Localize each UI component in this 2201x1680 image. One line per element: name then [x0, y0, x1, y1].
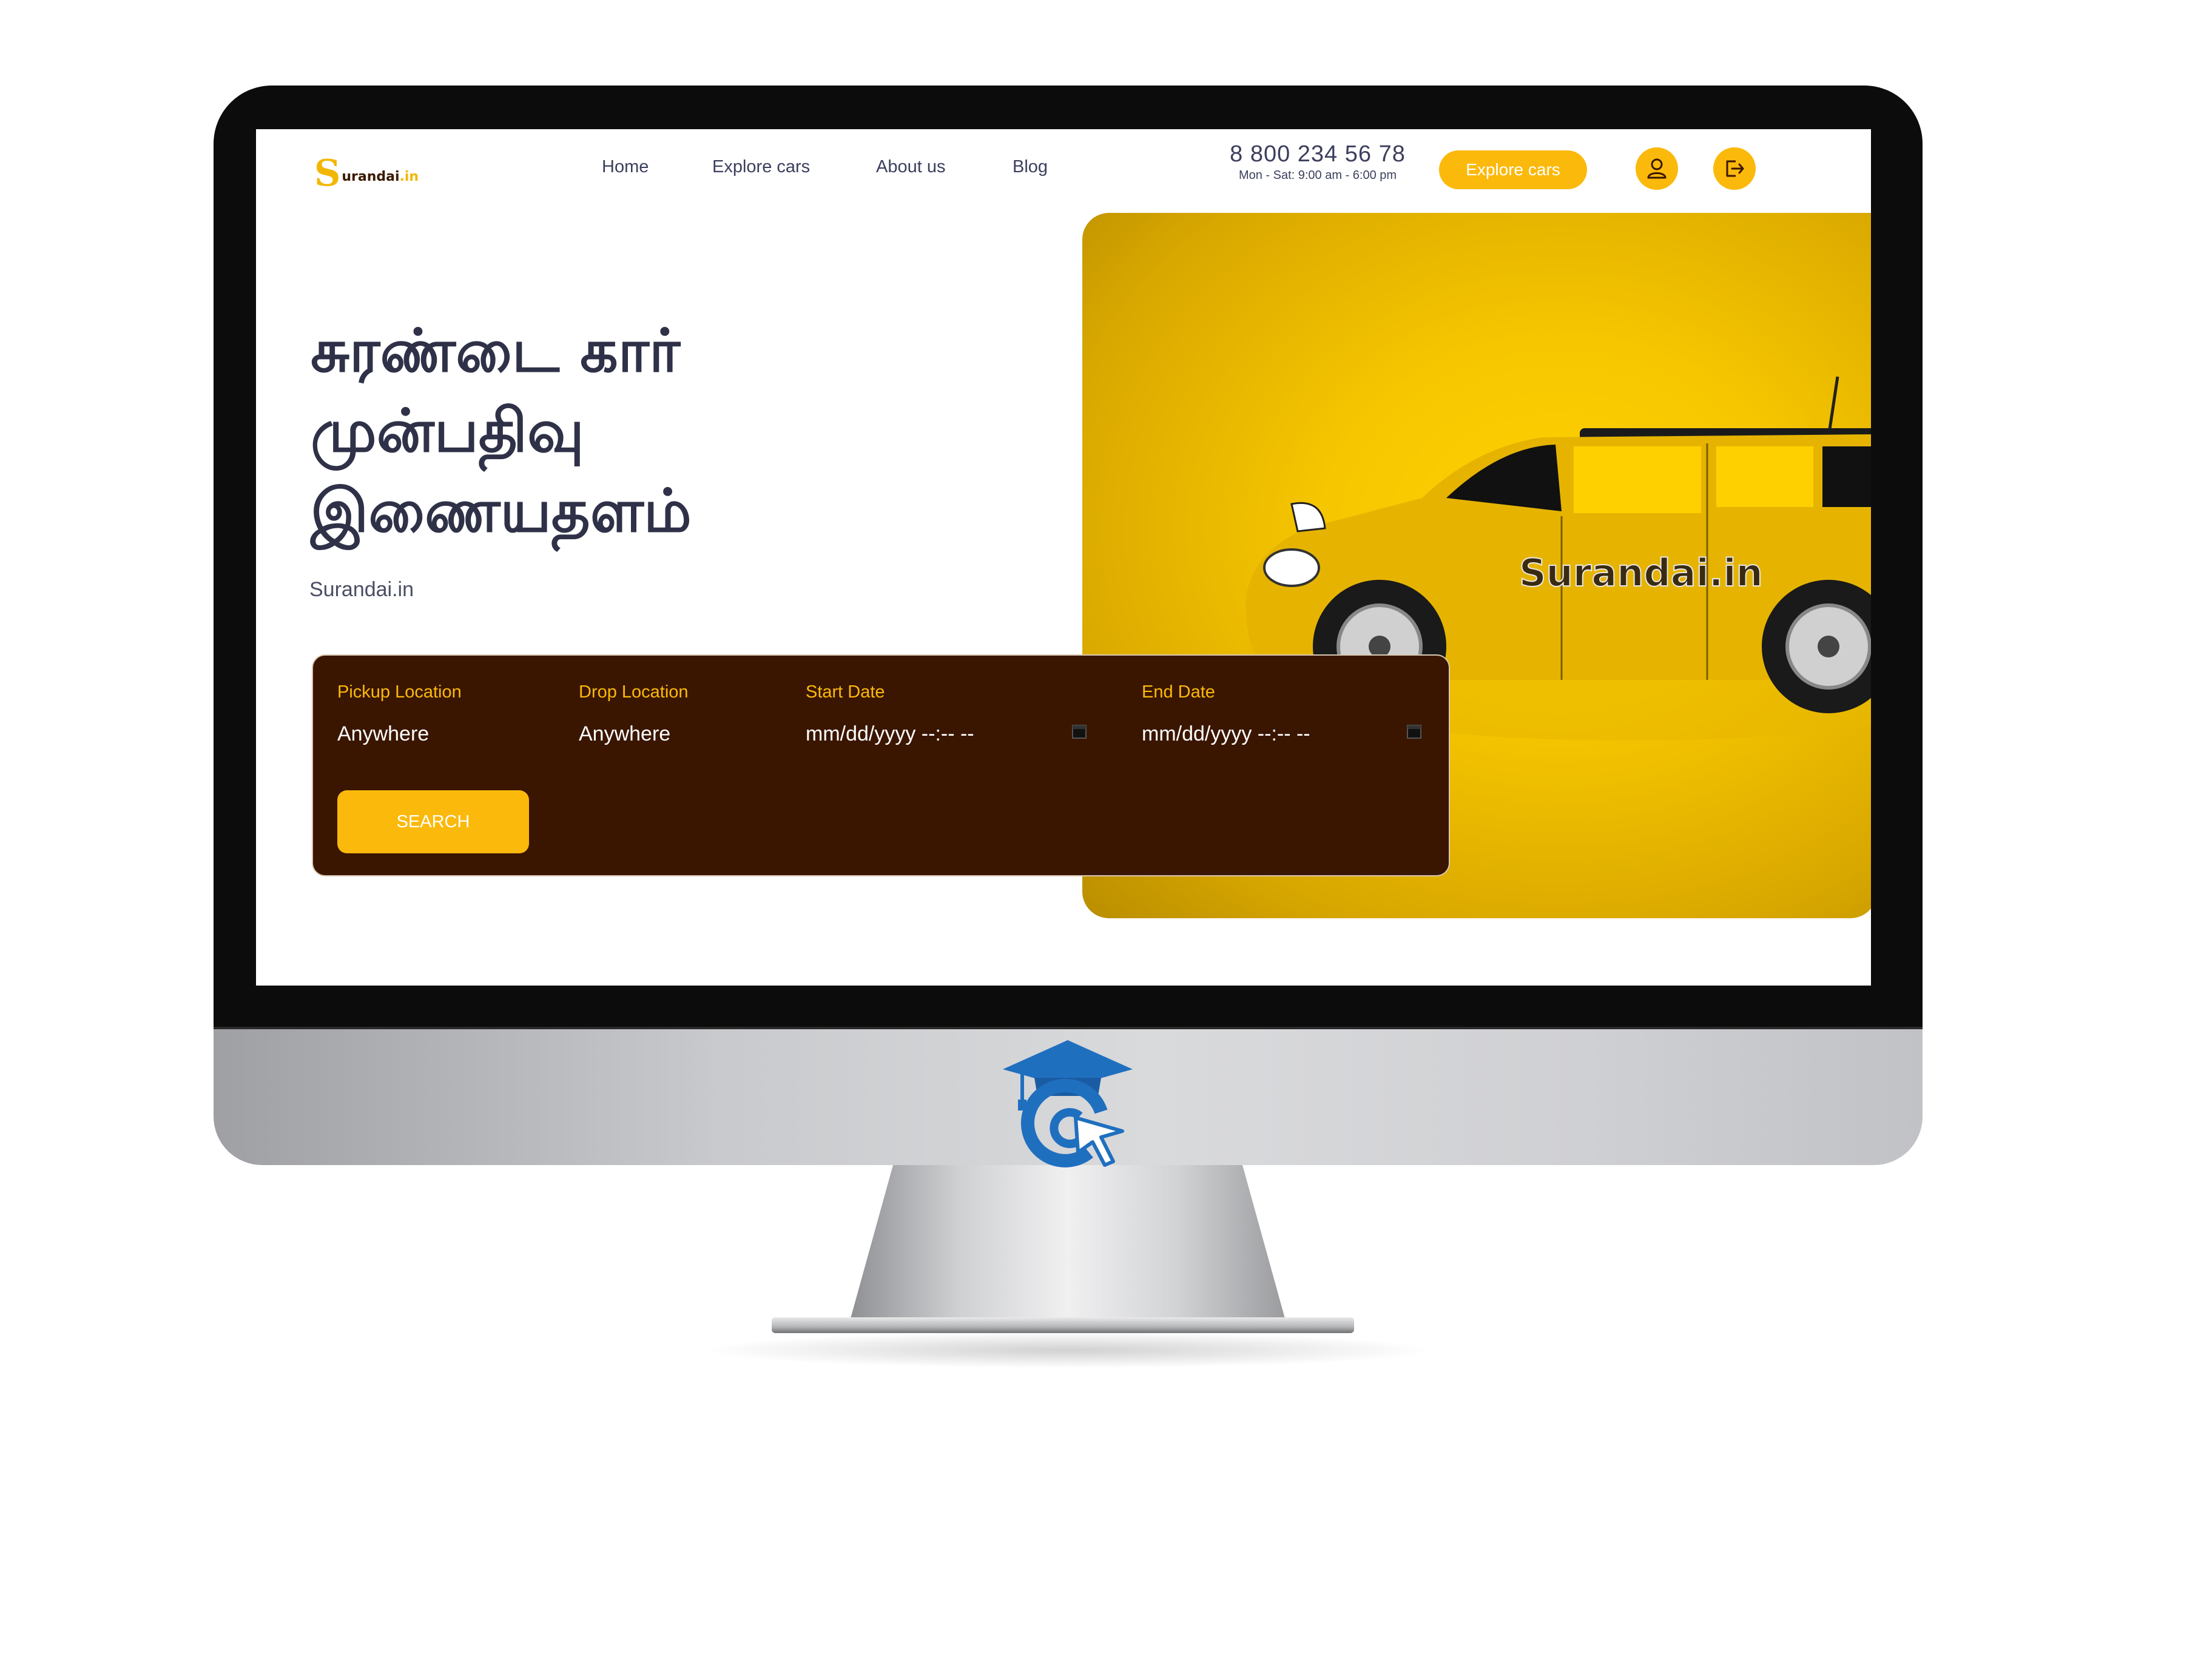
pickup-location-input[interactable]: Anywhere [337, 722, 429, 746]
logo-letter: S [314, 152, 341, 195]
monitor-divider [214, 1027, 1923, 1029]
pickup-location-label: Pickup Location [337, 682, 462, 702]
car-search-form: Pickup Location Anywhere Drop Location A… [312, 654, 1450, 876]
hero-subtitle: Surandai.in [309, 578, 414, 601]
user-icon [1647, 158, 1667, 179]
logout-button[interactable] [1713, 147, 1756, 190]
drop-location-label: Drop Location [579, 682, 689, 702]
nav-blog[interactable]: Blog [1013, 157, 1048, 177]
logo-text: urandai.in [342, 169, 419, 184]
nav-about-us[interactable]: About us [876, 157, 945, 177]
site-logo[interactable]: S urandai.in [314, 152, 419, 195]
nav-explore-cars[interactable]: Explore cars [712, 157, 810, 177]
monitor-stand-base [772, 1317, 1354, 1333]
contact-info: 8 800 234 56 78 Mon - Sat: 9:00 am - 6:0… [1227, 141, 1409, 183]
end-date-input[interactable]: mm/dd/yyyy --:-- -- [1142, 722, 1310, 746]
calendar-icon[interactable] [1406, 722, 1422, 739]
website-screen: S urandai.in Home Explore cars About us … [256, 129, 1871, 986]
search-button[interactable]: SEARCH [337, 790, 529, 853]
start-date-input[interactable]: mm/dd/yyyy --:-- -- [806, 722, 974, 746]
hero-title: சுரண்டை கார் முன்பதிவு இணையதளம் [311, 311, 857, 551]
nav-home[interactable]: Home [602, 157, 649, 177]
phone-number[interactable]: 8 800 234 56 78 [1227, 141, 1409, 167]
hero-title-line-1: சுரண்டை கார் [311, 317, 681, 386]
end-date-label: End Date [1142, 682, 1215, 702]
business-hours: Mon - Sat: 9:00 am - 6:00 pm [1238, 169, 1397, 182]
explore-cars-button[interactable]: Explore cars [1439, 150, 1587, 189]
logout-icon [1726, 160, 1744, 177]
hero-title-line-2: முன்பதிவு [311, 397, 584, 466]
car-branding-text: Surandai.in [1519, 551, 1763, 595]
logo-suffix: .in [399, 169, 419, 184]
start-date-label: Start Date [806, 682, 885, 702]
stand-shadow [698, 1332, 1438, 1368]
graduation-cap-logo-icon [1003, 1040, 1133, 1168]
hero-title-line-3: இணையதளம் [311, 477, 692, 546]
monitor-stand [849, 1165, 1286, 1323]
calendar-icon[interactable] [1071, 722, 1087, 739]
drop-location-input[interactable]: Anywhere [579, 722, 670, 746]
logo-name: urandai [342, 169, 400, 184]
user-account-button[interactable] [1636, 147, 1678, 190]
